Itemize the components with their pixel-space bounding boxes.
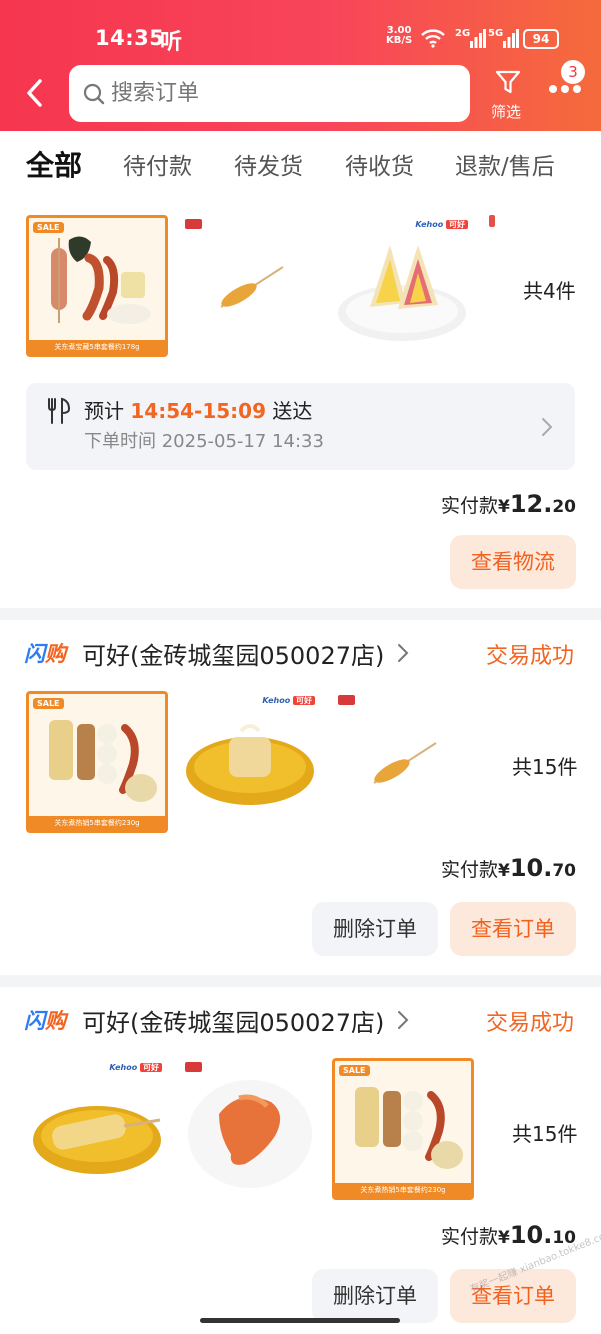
order-tabs: 全部 待付款 待发货 待收货 退款/售后 [0,131,601,197]
wifi-icon [421,29,445,48]
paid-amount: 实付款¥10.70 [440,854,576,882]
tofu-bowl-image [186,724,314,805]
brand-tag: Kehoo 可好 [262,695,315,706]
tab-pending-payment[interactable]: 待付款 [123,147,192,181]
thumbnail-caption: 关东煮宝藏5串套餐约178g [29,340,165,354]
thumbnail-edge [489,215,495,227]
sale-tag: SALE [339,1065,370,1076]
product-thumbnail[interactable]: Kehoo 可好 [26,1058,168,1200]
home-indicator[interactable] [200,1318,400,1323]
signal-bars-icon [470,29,486,48]
oden-skewers-image [51,236,151,324]
shop-header[interactable]: 闪购 可好(金砖城玺园050027店) 交易成功 [24,636,584,670]
sale-tag: SALE [33,698,64,709]
product-thumbnail[interactable]: SALE 关东煮热销5串套餐约230g [332,1058,474,1200]
order-status: 交易成功 [485,644,574,669]
oden-skewers-image [355,1087,463,1169]
sale-tag: SALE [33,222,64,233]
status-bar: 14:35 听 3.00 KB/S 2G 5G 94 [0,22,601,56]
product-thumbnail[interactable]: Kehoo 可好 [332,215,474,357]
funnel-icon [495,70,521,94]
more-menu-button[interactable]: 3 [544,56,592,104]
order-card[interactable]: 闪购 可好(金砖城玺园050027店) 交易成功 Kehoo 可好 SALE 关… [0,987,601,1334]
order-card[interactable]: SALE 关东煮宝藏5串套餐约178g Kehoo 可好 共4件 预计 14:5… [0,197,601,608]
chevron-right-icon [398,1011,409,1029]
skewer-image [220,266,284,308]
battery-icon: 94 [523,29,559,49]
notification-badge: 3 [561,60,585,84]
oden-skewers-image [49,720,157,802]
tab-pending-shipment[interactable]: 待发货 [234,147,303,181]
brand-mini-tag [185,219,202,229]
back-arrow-icon[interactable] [22,78,48,108]
thumbnail-caption: 关东煮热销5串套餐约230g [335,1183,471,1197]
product-thumbnail[interactable] [179,1058,321,1200]
network-speed: 3.00 KB/S [386,25,413,46]
more-dots-icon [549,85,581,93]
order-status: 交易成功 [485,1011,574,1036]
tab-refund-aftersale[interactable]: 退款/售后 [455,147,555,181]
signal-bars-icon [503,29,519,48]
shop-name[interactable]: 可好(金砖城玺园050027店) [82,1003,384,1038]
estimated-delivery: 预计 14:54-15:09 送达 [84,399,313,423]
brand-mini-tag [338,695,355,705]
chevron-right-icon [542,418,553,436]
product-thumbnail[interactable]: SALE 关东煮宝藏5串套餐约178g [26,215,168,357]
delete-order-button[interactable]: 删除订单 [312,902,438,956]
fork-knife-icon [48,397,71,424]
tab-all[interactable]: 全部 [26,144,82,184]
filter-label: 筛选 [491,103,522,121]
skewer-image [373,742,437,784]
shop-name[interactable]: 可好(金砖城玺园050027店) [82,636,384,671]
filter-button[interactable]: 筛选 [488,68,528,124]
search-input[interactable] [111,65,451,122]
shop-header[interactable]: 闪购 可好(金砖城玺园050027店) 交易成功 [24,1003,584,1037]
brand-mini-tag [185,1062,202,1072]
view-logistics-button[interactable]: 查看物流 [450,535,576,589]
item-count: 共15件 [512,755,578,779]
paid-amount: 实付款¥12.20 [440,490,576,518]
status-time: 14:35 [95,26,165,50]
brand-tag: Kehoo 可好 [415,219,468,230]
product-thumbnail[interactable]: Kehoo 可好 [179,691,321,833]
corn-cake-bowl-image [33,1106,161,1174]
thumbnail-caption: 关东煮热销5串套餐约230g [29,816,165,830]
view-order-button[interactable]: 查看订单 [450,902,576,956]
item-count: 共15件 [512,1122,578,1146]
order-time: 下单时间 2025-05-17 14:33 [84,431,324,452]
item-count: 共4件 [523,279,576,303]
order-card[interactable]: 闪购 可好(金砖城玺园050027店) 交易成功 SALE 关东煮热销5串套餐约… [0,620,601,975]
fried-chicken-image [188,1080,312,1188]
app-notification-icon: 听 [160,30,183,55]
shangou-logo: 闪购 [24,642,66,666]
search-box[interactable] [69,65,470,122]
sandwich-image [338,245,466,341]
header-bar: 14:35 听 3.00 KB/S 2G 5G 94 搜索订单 筛选 3 [0,0,601,131]
product-thumbnail[interactable] [179,215,321,357]
shangou-logo: 闪购 [24,1009,66,1033]
delivery-info[interactable]: 预计 14:54-15:09 送达 下单时间 2025-05-17 14:33 [26,383,575,470]
brand-tag: Kehoo 可好 [109,1062,162,1073]
product-thumbnail[interactable]: SALE 关东煮热销5串套餐约230g [26,691,168,833]
delete-order-button[interactable]: 删除订单 [312,1269,438,1323]
chevron-right-icon [398,644,409,662]
tab-pending-receipt[interactable]: 待收货 [345,147,414,181]
search-icon [83,83,105,105]
product-thumbnail[interactable] [332,691,474,833]
